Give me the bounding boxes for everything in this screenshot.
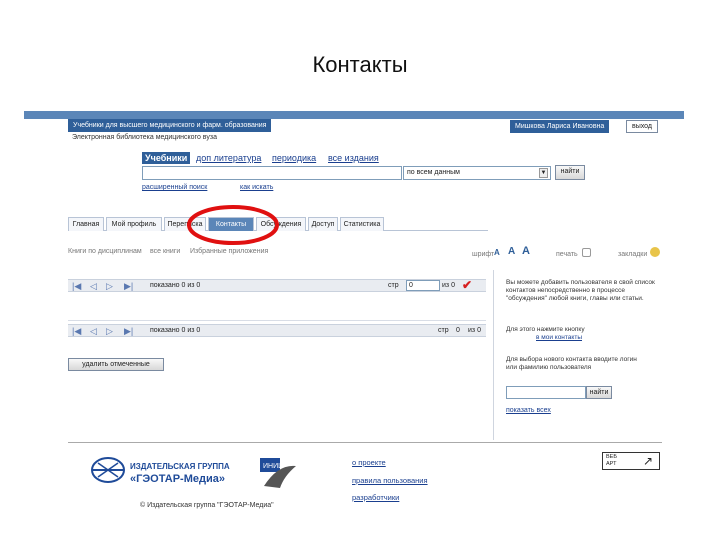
first-page-icon[interactable]: |◀ bbox=[72, 282, 81, 291]
tab-access[interactable]: Доступ bbox=[308, 217, 338, 231]
chevron-down-icon[interactable]: ▼ bbox=[539, 168, 548, 178]
remove-selected-button[interactable]: удалить отмеченные bbox=[68, 358, 164, 371]
search-scope-value: по всем данным bbox=[407, 169, 460, 176]
slide-title: Контакты bbox=[312, 52, 408, 77]
shown-count-bottom: показано 0 из 0 bbox=[150, 327, 201, 334]
tab-statistics[interactable]: Статистика bbox=[340, 217, 384, 231]
page-value-bottom: 0 bbox=[456, 327, 460, 334]
print-label[interactable]: печать bbox=[556, 251, 578, 258]
search-user-text: Для выбора нового контакта вводите логин… bbox=[506, 356, 637, 371]
font-large-button[interactable]: A bbox=[522, 245, 530, 257]
footer-divider bbox=[68, 442, 662, 443]
font-label: шрифт bbox=[472, 251, 495, 258]
page-of-top: из 0 bbox=[442, 282, 455, 289]
partner-logo-icon: ИНИЦ bbox=[260, 458, 296, 488]
first-page-icon[interactable]: |◀ bbox=[72, 327, 81, 336]
highlight-ellipse bbox=[187, 205, 279, 245]
site-subtitle: Электронная библиотека медицинского вуза bbox=[72, 134, 217, 141]
prev-page-icon[interactable]: ◁ bbox=[90, 327, 97, 336]
search-scope-select[interactable]: по всем данным ▼ bbox=[403, 166, 551, 180]
bookmarks-label[interactable]: закладки bbox=[618, 251, 647, 258]
last-page-icon[interactable]: ▶| bbox=[124, 327, 133, 336]
search-tab-textbooks[interactable]: Учебники bbox=[142, 152, 191, 164]
footer-link-developers[interactable]: разработчики bbox=[352, 493, 399, 502]
arrow-icon: ↗ bbox=[643, 454, 654, 468]
add-to-contacts-link[interactable]: в мои контакты bbox=[536, 334, 582, 341]
page-label-bottom: стр bbox=[438, 327, 449, 334]
publisher-line-1: ИЗДАТЕЛЬСКАЯ ГРУППА bbox=[130, 462, 230, 471]
show-all-link[interactable]: показать всех bbox=[506, 407, 551, 414]
search-find-button[interactable]: найти bbox=[555, 165, 585, 180]
user-find-button[interactable]: найти bbox=[586, 386, 612, 399]
tab-home[interactable]: Главная bbox=[68, 217, 104, 231]
search-tab-extra-literature[interactable]: доп литература bbox=[196, 152, 261, 164]
publisher-logo-icon bbox=[91, 457, 125, 483]
bookmark-icon[interactable] bbox=[650, 247, 660, 257]
next-page-icon[interactable]: ▷ bbox=[106, 282, 113, 291]
contacts-list bbox=[68, 295, 486, 321]
prev-page-icon[interactable]: ◁ bbox=[90, 282, 97, 291]
font-medium-button[interactable]: A bbox=[508, 246, 515, 257]
font-small-button[interactable]: A bbox=[494, 248, 500, 257]
shown-count-top: показано 0 из 0 bbox=[150, 282, 201, 289]
footer-link-rules[interactable]: правила пользования bbox=[352, 476, 428, 485]
crumb-favorites[interactable]: Избранные приложения bbox=[190, 248, 268, 255]
logout-button[interactable]: выход bbox=[626, 120, 658, 133]
check-icon[interactable]: ✔ bbox=[462, 278, 472, 292]
top-accent-bar bbox=[24, 111, 684, 119]
publisher-line-2: «ГЭОТАР-Медиа» bbox=[130, 473, 225, 485]
badge-line-2: АРТ bbox=[606, 461, 617, 467]
developer-badge[interactable]: ВЕБ АРТ ↗ bbox=[602, 452, 660, 470]
page-label-top: стр bbox=[388, 282, 399, 289]
page-input-top[interactable]: 0 bbox=[406, 280, 440, 291]
crumb-disciplines[interactable]: Книги по дисциплинам bbox=[68, 248, 142, 255]
press-button-text: Для этого нажмите кнопку bbox=[506, 326, 585, 333]
user-name: Мишкова Лариса Ивановна bbox=[510, 120, 610, 133]
next-page-icon[interactable]: ▷ bbox=[106, 327, 113, 336]
search-tab-periodicals[interactable]: периодика bbox=[272, 152, 316, 164]
pager-top: |◀ ◁ ▷ ▶| показано 0 из 0 стр 0 из 0 ✔ bbox=[68, 278, 486, 292]
badge-line-1: ВЕБ bbox=[606, 454, 617, 460]
search-category-tabs: Учебники доп литература периодика все из… bbox=[142, 152, 442, 164]
site-title: Учебники для высшего медицинского и фарм… bbox=[68, 119, 272, 132]
search-input[interactable] bbox=[142, 166, 402, 180]
page-of-bottom: из 0 bbox=[468, 327, 481, 334]
column-divider bbox=[493, 270, 494, 440]
footer-link-about[interactable]: о проекте bbox=[352, 458, 386, 467]
search-help-link[interactable]: как искать bbox=[240, 184, 273, 191]
crumb-all-books[interactable]: все книги bbox=[150, 248, 180, 255]
advanced-search-link[interactable]: расширенный поиск bbox=[142, 184, 207, 191]
pager-bottom: |◀ ◁ ▷ ▶| показано 0 из 0 стр 0 из 0 bbox=[68, 324, 486, 337]
add-contact-info: Вы можете добавить пользователя в свой с… bbox=[506, 279, 655, 302]
tab-my-profile[interactable]: Мой профиль bbox=[106, 217, 162, 231]
copyright-text: © Издательская группа "ГЭОТАР-Медиа" bbox=[140, 502, 274, 509]
last-page-icon[interactable]: ▶| bbox=[124, 282, 133, 291]
print-icon[interactable] bbox=[582, 248, 591, 257]
user-search-input[interactable] bbox=[506, 386, 586, 399]
search-tab-all-editions[interactable]: все издания bbox=[328, 152, 379, 164]
